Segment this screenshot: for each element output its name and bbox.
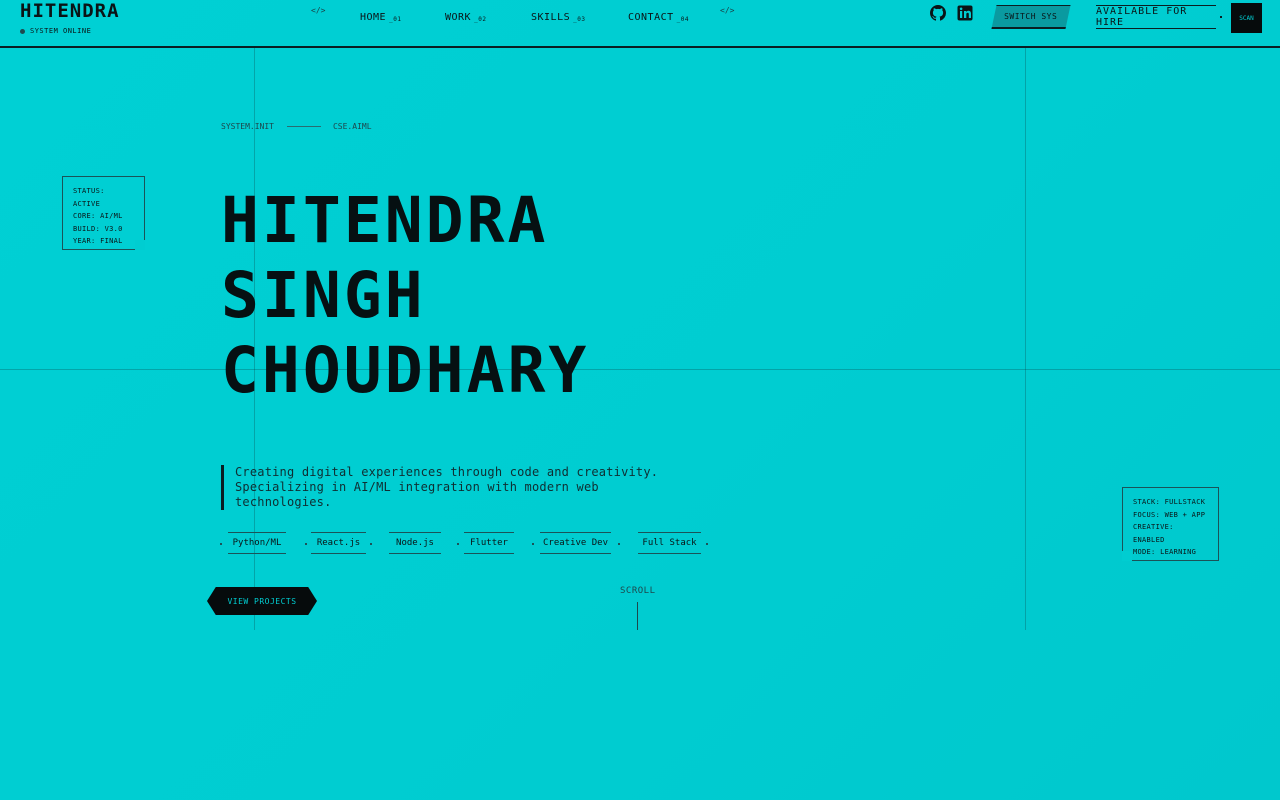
github-icon[interactable]	[930, 5, 946, 21]
nav-contact-num: _04	[676, 16, 689, 23]
switch-sys-label: SWITCH SYS	[1004, 12, 1058, 21]
hero-name: HITENDRA SINGH CHOUDHARY	[221, 183, 589, 408]
skill-chip: Python/ML	[228, 532, 286, 554]
stack-info-box: STACK: FULLSTACK FOCUS: WEB + APP CREATI…	[1122, 487, 1219, 561]
hero-name-middle: SINGH	[221, 259, 426, 332]
chip-dot	[706, 543, 708, 545]
nav-home-num: _01	[389, 16, 402, 23]
nav-work[interactable]: WORK _02	[445, 12, 486, 23]
breadcrumb-system-init: SYSTEM.INIT	[221, 122, 274, 131]
info-line: STATUS: ACTIVE	[73, 187, 105, 208]
chip-dot	[532, 543, 534, 545]
system-status: SYSTEM ONLINE	[20, 27, 91, 35]
info-line: CREATIVE: ENABLED	[1133, 523, 1174, 544]
hero-tagline: Creating digital experiences through cod…	[221, 465, 661, 510]
grid-line	[0, 369, 1280, 370]
breadcrumb: SYSTEM.INIT CSE.AIML	[221, 122, 372, 131]
breadcrumb-cse-aiml: CSE.AIML	[332, 122, 372, 131]
info-line: MODE: LEARNING	[1133, 548, 1197, 556]
skill-chip: Node.js	[389, 532, 441, 554]
view-projects-button[interactable]: VIEW PROJECTS	[207, 587, 317, 615]
hero-name-first: HITENDRA	[221, 184, 549, 257]
status-dot-icon	[20, 28, 25, 34]
site-header: HITENDRA SYSTEM ONLINE </> HOME _01 WORK _…	[0, 0, 1280, 48]
tagline-line: technologies.	[235, 495, 332, 509]
available-for-hire-button[interactable]: AVAILABLE FOR HIRE	[1096, 5, 1216, 29]
nav-contact-label: CONTACT	[628, 12, 674, 23]
page: HITENDRA SYSTEM ONLINE </> HOME _01 WORK _…	[0, 0, 1280, 800]
grid-line	[1025, 48, 1026, 630]
skill-chip: Flutter	[464, 532, 514, 554]
site-logo[interactable]: HITENDRA	[20, 0, 120, 22]
nav-skills-label: SKILLS	[531, 12, 571, 23]
chip-dot	[618, 543, 620, 545]
hero-name-last: CHOUDHARY	[221, 334, 590, 407]
corner-notch	[135, 240, 145, 250]
skill-chip: Full Stack	[638, 532, 701, 554]
nav-home-label: HOME	[360, 12, 387, 23]
skill-chip: Creative Dev	[540, 532, 611, 554]
info-line: BUILD: V3.0	[73, 224, 123, 233]
breadcrumb-separator	[286, 126, 321, 127]
nav-work-num: _02	[474, 16, 487, 23]
scroll-indicator[interactable]: SCROLL	[620, 586, 656, 596]
chip-dot	[305, 543, 307, 545]
info-line: YEAR: FINAL	[73, 237, 123, 245]
switch-sys-button[interactable]: SWITCH SYS	[991, 5, 1071, 29]
nav-contact[interactable]: CONTACT _04	[628, 12, 689, 23]
nav-home[interactable]: HOME _01	[360, 12, 401, 23]
nav-skills[interactable]: SKILLS _03	[531, 12, 585, 23]
chip-dot	[370, 543, 372, 545]
info-line: FOCUS: WEB + APP	[1133, 510, 1206, 519]
corner-notch	[1122, 551, 1132, 561]
scroll-line	[637, 602, 638, 630]
info-line: CORE: AI/ML	[73, 212, 123, 220]
nav-work-label: WORK	[445, 12, 472, 23]
code-close-icon: </>	[720, 6, 735, 15]
code-open-icon: </>	[311, 6, 326, 15]
status-label: SYSTEM ONLINE	[30, 27, 92, 35]
nav-skills-num: _03	[573, 16, 586, 23]
divider-dot	[1220, 16, 1222, 18]
scan-button[interactable]: SCAN	[1231, 3, 1262, 33]
tagline-line: Specializing in AI/ML integration with m…	[235, 480, 599, 494]
linkedin-icon[interactable]	[957, 5, 973, 21]
chip-dot	[220, 543, 222, 545]
info-line: STACK: FULLSTACK	[1133, 498, 1206, 506]
status-info-box: STATUS: ACTIVE CORE: AI/ML BUILD: V3.0 Y…	[62, 176, 145, 250]
skill-chip: React.js	[311, 532, 366, 554]
chip-dot	[457, 543, 459, 545]
tagline-line: Creating digital experiences through cod…	[235, 465, 659, 479]
